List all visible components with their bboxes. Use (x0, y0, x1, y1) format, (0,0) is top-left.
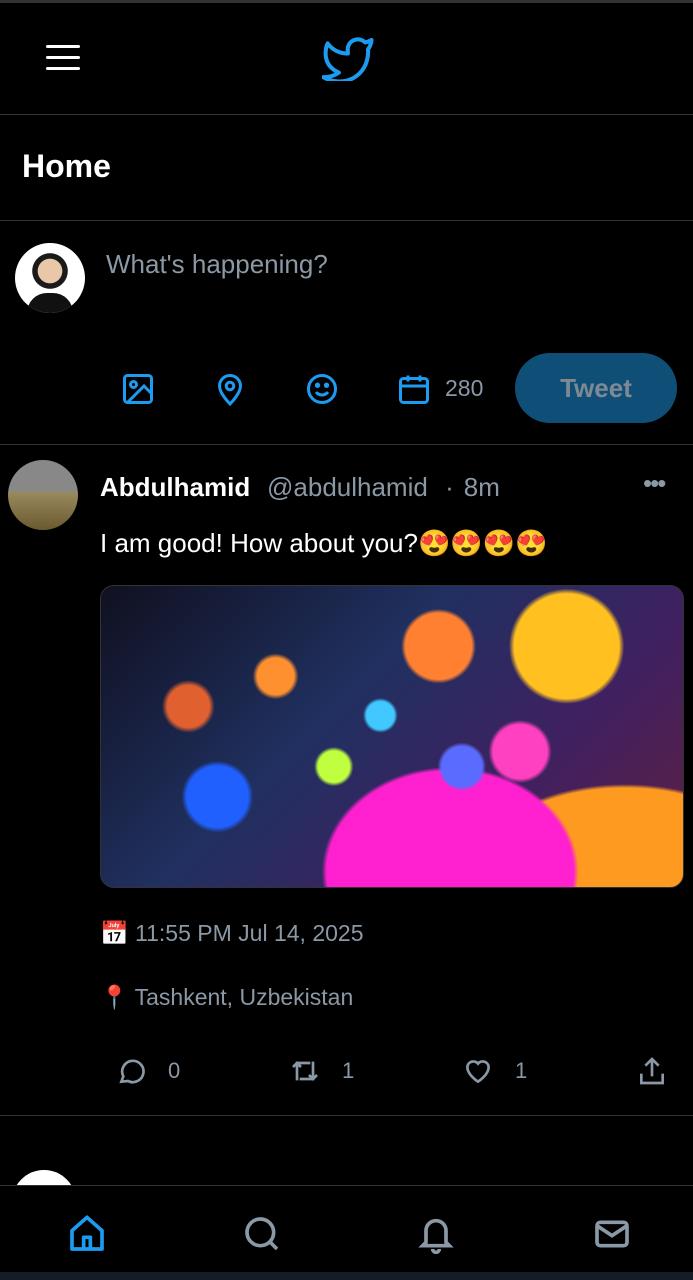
like-button[interactable]: 1 (461, 1054, 527, 1088)
location-text: Tashkent, Uzbekistan (134, 984, 354, 1010)
author-handle: @abdulhamid · 8m (267, 472, 500, 503)
tweet-button[interactable]: Tweet (515, 353, 677, 423)
author-avatar[interactable] (8, 460, 78, 530)
search-icon[interactable] (242, 1214, 282, 1254)
location-pin-icon[interactable] (212, 371, 248, 407)
tweet-date: 📅 11:55 PM Jul 14, 2025 (100, 920, 363, 947)
bottom-nav (0, 1185, 693, 1272)
calendar-emoji-icon: 📅 (100, 920, 129, 946)
compose-box: 280 Tweet (0, 221, 693, 445)
compose-input[interactable] (106, 245, 666, 283)
tweet-location: 📍 Tashkent, Uzbekistan (100, 984, 353, 1011)
calendar-icon[interactable] (396, 371, 432, 407)
share-button[interactable] (636, 1054, 668, 1088)
tweet-item[interactable]: Abdulhamid @abdulhamid · 8m ••• I am good… (0, 446, 693, 1116)
reply-count: 0 (168, 1058, 181, 1083)
messages-mail-icon[interactable] (592, 1214, 632, 1254)
pin-emoji-icon: 📍 (100, 984, 129, 1010)
tweet-time: 8m (463, 472, 500, 502)
tweet-image[interactable] (100, 585, 684, 888)
system-nav-strip (0, 1272, 693, 1280)
like-count: 1 (515, 1058, 528, 1083)
twitter-bird-logo[interactable] (322, 35, 376, 81)
author-name[interactable]: Abdulhamid (100, 472, 250, 503)
tweet-text: I am good! How about you?😍😍😍😍 (100, 528, 548, 558)
retweet-count: 1 (342, 1058, 355, 1083)
separator: · (445, 472, 454, 502)
character-count: 280 (445, 375, 484, 401)
retweet-icon (292, 1061, 318, 1081)
share-icon (640, 1057, 664, 1085)
page-header: Home (0, 116, 693, 221)
heart-icon (465, 1060, 491, 1084)
reply-button[interactable]: 0 (116, 1054, 180, 1088)
notifications-bell-icon[interactable] (416, 1214, 456, 1254)
hamburger-menu-icon[interactable] (46, 45, 80, 73)
page-title: Home (22, 148, 111, 184)
emoji-icon[interactable] (304, 371, 340, 407)
more-options-icon[interactable]: ••• (643, 468, 666, 499)
top-bar (0, 3, 693, 115)
image-icon[interactable] (120, 371, 156, 407)
user-avatar[interactable] (15, 243, 85, 313)
retweet-button[interactable]: 1 (288, 1054, 354, 1088)
handle-text: @abdulhamid (267, 472, 428, 502)
reply-icon (119, 1059, 145, 1084)
home-icon[interactable] (67, 1214, 107, 1254)
date-text: 11:55 PM Jul 14, 2025 (135, 920, 364, 946)
